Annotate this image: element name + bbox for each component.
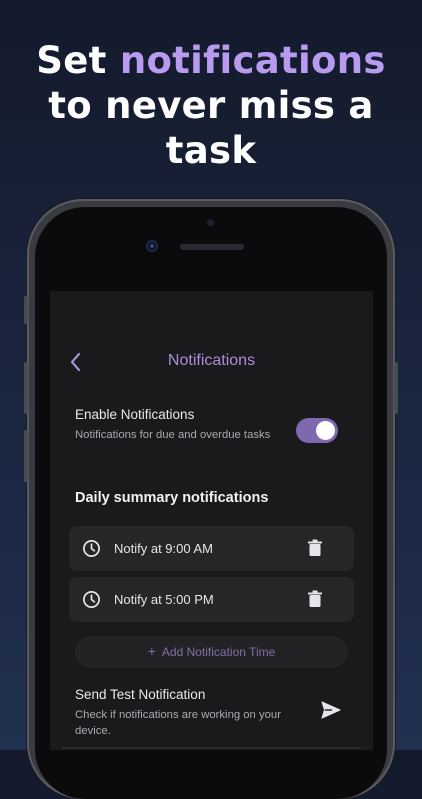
- trash-icon[interactable]: [307, 590, 323, 608]
- headline-line-2: to never miss a: [48, 84, 374, 127]
- divider: [62, 747, 361, 749]
- plus-icon: +: [147, 643, 156, 659]
- enable-notifications-subtitle: Notifications for due and overdue tasks: [75, 429, 271, 441]
- toggle-knob: [316, 421, 335, 440]
- add-notification-time-button[interactable]: + Add Notification Time: [75, 636, 348, 668]
- power-button: [394, 362, 398, 414]
- app-screen: Notifications Enable Notifications Notif…: [50, 291, 373, 750]
- marketing-headline: Set notifications to never miss a task: [0, 38, 422, 173]
- nav-bar: Notifications: [50, 347, 373, 377]
- send-test-subtitle: Check if notifications are working on yo…: [75, 709, 281, 737]
- mute-switch: [24, 296, 28, 324]
- notification-time-item[interactable]: Notify at 9:00 AM: [69, 526, 354, 571]
- page-title: Notifications: [167, 352, 256, 369]
- trash-icon[interactable]: [307, 539, 323, 557]
- volume-up-button: [24, 362, 28, 414]
- send-icon[interactable]: [321, 701, 341, 719]
- daily-summary-heading: Daily summary notifications: [75, 490, 269, 506]
- enable-notifications-toggle[interactable]: [296, 418, 338, 443]
- headline-line-3: task: [165, 129, 257, 172]
- earpiece-speaker: [180, 244, 244, 250]
- clock-icon: [83, 540, 100, 557]
- notification-time-label: Notify at 5:00 PM: [114, 592, 214, 607]
- clock-icon: [83, 591, 100, 608]
- headline-text: Set: [36, 39, 120, 82]
- notification-time-label: Notify at 9:00 AM: [114, 541, 213, 556]
- headline-line-1: Set notifications: [0, 38, 422, 83]
- face-sensor: [146, 240, 158, 252]
- volume-down-button: [24, 430, 28, 482]
- send-test-title: Send Test Notification: [75, 687, 206, 702]
- notification-time-item[interactable]: Notify at 5:00 PM: [69, 577, 354, 622]
- front-camera: [207, 219, 214, 226]
- send-test-notification-row[interactable]: Send Test Notification Check if notifica…: [75, 687, 315, 739]
- headline-accent: notifications: [119, 39, 386, 82]
- add-notification-time-label: Add Notification Time: [161, 645, 276, 659]
